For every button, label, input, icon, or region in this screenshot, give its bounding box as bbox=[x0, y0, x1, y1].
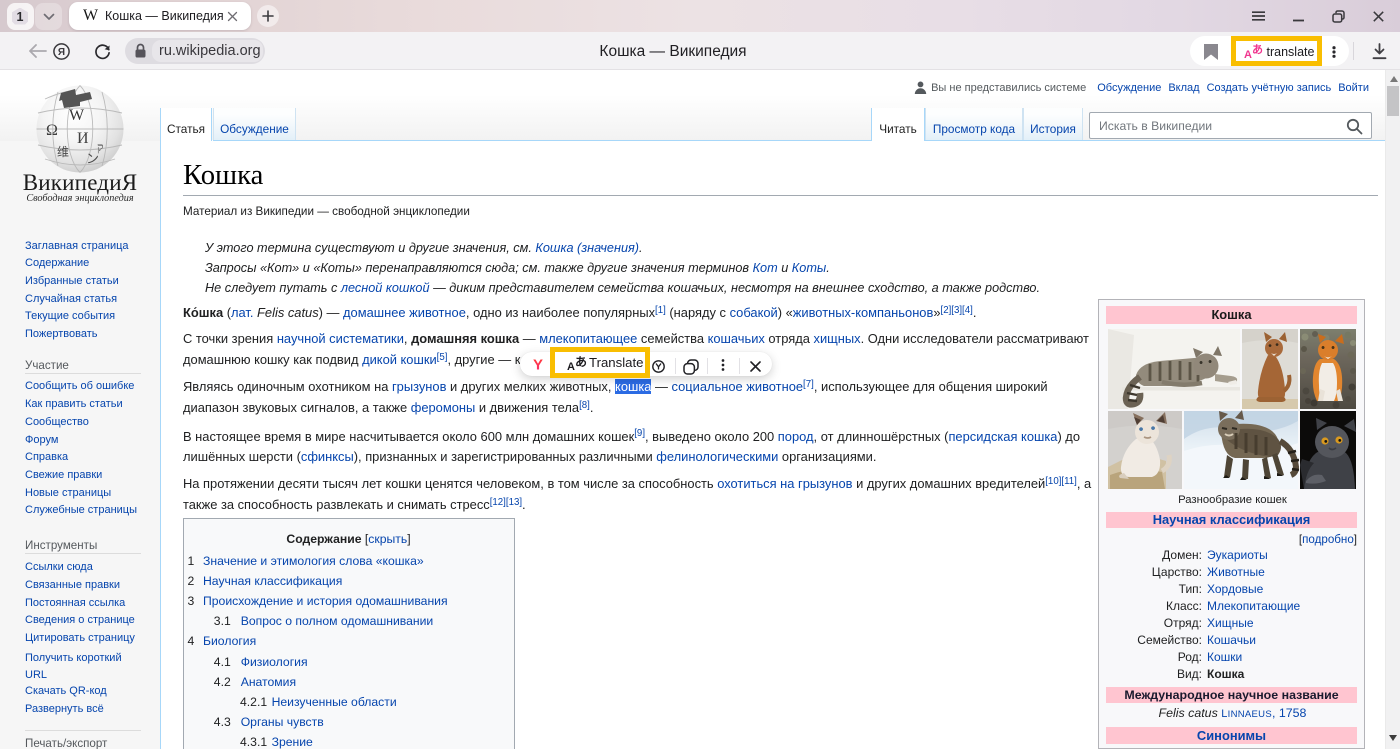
svg-text:あ: あ bbox=[1252, 43, 1263, 56]
svg-text:A: A bbox=[567, 361, 575, 372]
svg-text:A: A bbox=[1244, 49, 1252, 60]
svg-text:W: W bbox=[69, 107, 85, 124]
svg-text:维: 维 bbox=[57, 145, 69, 159]
svg-text:Я: Я bbox=[58, 47, 65, 58]
svg-text:あ: あ bbox=[575, 355, 587, 369]
svg-text:Y: Y bbox=[533, 357, 543, 371]
svg-text:Ω: Ω bbox=[46, 122, 58, 139]
svg-text:И: И bbox=[77, 130, 89, 147]
svg-text:ק: ק bbox=[97, 140, 103, 154]
